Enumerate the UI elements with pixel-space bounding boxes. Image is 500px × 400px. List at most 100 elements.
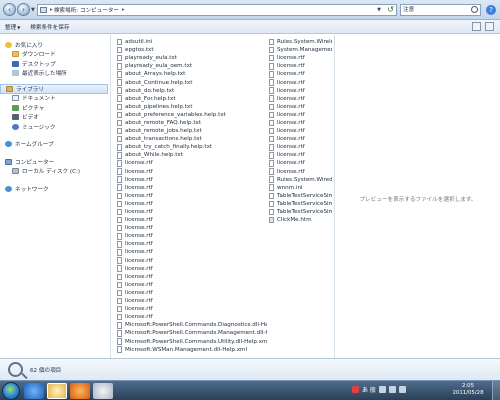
nav-item-downloads[interactable]: ダウンロード: [0, 50, 110, 60]
nav-item-documents[interactable]: ドキュメント: [0, 94, 110, 104]
network-tray-icon[interactable]: [388, 386, 396, 393]
file-item[interactable]: Microsoft.WSMan.Management.dll-Help.xml: [117, 346, 267, 354]
file-item[interactable]: license.rtf: [269, 54, 332, 62]
file-item[interactable]: license.rtf: [117, 305, 267, 313]
preview-pane-icon[interactable]: [485, 22, 494, 31]
file-item[interactable]: license.rtf: [117, 240, 267, 248]
back-button[interactable]: ‹: [3, 3, 16, 16]
file-item[interactable]: Microsoft.PowerShell.Commands.Management…: [117, 329, 267, 337]
view-options-icon[interactable]: [472, 22, 481, 31]
file-item[interactable]: Microsoft.PowerShell.Commands.Diagnostic…: [117, 321, 267, 329]
help-button[interactable]: ?: [486, 5, 496, 15]
file-item[interactable]: license.rtf: [117, 176, 267, 184]
file-item[interactable]: playready_eula_oem.txt: [117, 62, 267, 70]
organize-menu[interactable]: 整理▼: [5, 23, 20, 31]
file-item[interactable]: license.rtf: [117, 208, 267, 216]
nav-network[interactable]: ネットワーク: [0, 184, 110, 194]
file-item[interactable]: license.rtf: [269, 135, 332, 143]
file-item[interactable]: about_preference_variables.help.txt: [117, 111, 267, 119]
file-item[interactable]: license.rtf: [269, 127, 332, 135]
volume-icon[interactable]: [398, 386, 406, 393]
breadcrumb-chevron-icon[interactable]: ▸: [50, 7, 53, 13]
nav-item-pictures[interactable]: ピクチャ: [0, 103, 110, 113]
file-item[interactable]: TableTextServiceSimplifie: [269, 192, 332, 200]
file-item[interactable]: ClickMe.htm: [269, 216, 332, 224]
breadcrumb[interactable]: 検索場所: コンピューター: [54, 6, 119, 14]
file-item[interactable]: about_do.help.txt: [117, 87, 267, 95]
file-item[interactable]: license.rtf: [269, 151, 332, 159]
forward-button[interactable]: ›: [17, 3, 30, 16]
file-item[interactable]: Rules.System.Wired.xml: [269, 176, 332, 184]
refresh-icon[interactable]: ↺: [387, 5, 394, 14]
file-item[interactable]: license.rtf: [269, 103, 332, 111]
file-item[interactable]: about_For.help.txt: [117, 95, 267, 103]
file-item[interactable]: epgtos.txt: [117, 46, 267, 54]
file-list[interactable]: adsutil.ini epgtos.txt playready_eula.txt p…: [112, 35, 334, 358]
address-bar[interactable]: ▸ 検索場所: コンピューター ▸ ▼ ↺: [37, 4, 397, 16]
file-item[interactable]: license.rtf: [269, 168, 332, 176]
file-item[interactable]: license.rtf: [117, 265, 267, 273]
file-item[interactable]: about_While.help.txt: [117, 151, 267, 159]
nav-item-music[interactable]: ミュージック: [0, 122, 110, 132]
file-item[interactable]: license.rtf: [117, 289, 267, 297]
file-item[interactable]: license.rtf: [117, 216, 267, 224]
nav-item-videos[interactable]: ビデオ: [0, 113, 110, 123]
file-item[interactable]: about_remote_FAQ.help.txt: [117, 119, 267, 127]
file-item[interactable]: license.rtf: [269, 70, 332, 78]
file-item[interactable]: license.rtf: [117, 192, 267, 200]
file-item[interactable]: license.rtf: [117, 248, 267, 256]
file-item[interactable]: license.rtf: [117, 200, 267, 208]
file-item[interactable]: about_pipelines.help.txt: [117, 103, 267, 111]
file-item[interactable]: license.rtf: [117, 281, 267, 289]
language-bar-icon[interactable]: [352, 386, 359, 393]
recent-pages-dropdown[interactable]: ▼: [31, 7, 35, 13]
flag-icon[interactable]: [378, 386, 386, 393]
internet-explorer-icon[interactable]: [24, 383, 44, 399]
file-item[interactable]: about_Continue.help.txt: [117, 78, 267, 86]
file-item[interactable]: license.rtf: [269, 143, 332, 151]
file-item[interactable]: Microsoft.PowerShell.Commands.Utility.dl…: [117, 337, 267, 345]
file-item[interactable]: license.rtf: [117, 313, 267, 321]
file-item[interactable]: license.rtf: [117, 232, 267, 240]
file-item[interactable]: TableTextServiceSimplifie: [269, 208, 332, 216]
file-item[interactable]: license.rtf: [117, 257, 267, 265]
file-item[interactable]: license.rtf: [117, 168, 267, 176]
nav-favorites[interactable]: お気に入り: [0, 40, 110, 50]
ime-indicator[interactable]: あ 般: [362, 385, 376, 394]
media-player-icon[interactable]: [70, 383, 90, 399]
explorer-folder-icon[interactable]: [47, 383, 67, 399]
clock[interactable]: 2:05 2011/05/28: [448, 383, 488, 397]
nav-computer[interactable]: コンピューター: [0, 157, 110, 167]
file-item[interactable]: about_remote_jobs.help.txt: [117, 127, 267, 135]
search-icon[interactable]: [471, 6, 478, 13]
paint-icon[interactable]: [93, 383, 113, 399]
file-item[interactable]: about_transactions.help.txt: [117, 135, 267, 143]
file-item[interactable]: license.rtf: [117, 159, 267, 167]
file-item[interactable]: license.rtf: [269, 111, 332, 119]
file-item[interactable]: license.rtf: [117, 184, 267, 192]
start-button[interactable]: [2, 382, 20, 400]
file-item[interactable]: license.rtf: [269, 62, 332, 70]
save-search-button[interactable]: 検索条件を保存: [30, 23, 69, 31]
file-item[interactable]: license.rtf: [269, 78, 332, 86]
nav-item-recent-places[interactable]: 最近表示した場所: [0, 69, 110, 79]
nav-item-local-disk[interactable]: ローカル ディスク (C:): [0, 167, 110, 177]
search-input[interactable]: 注意: [400, 4, 481, 16]
nav-libraries[interactable]: ライブラリ: [0, 84, 108, 94]
nav-item-desktop[interactable]: デスクトップ: [0, 59, 110, 69]
show-desktop-button[interactable]: [492, 381, 500, 400]
file-item[interactable]: adsutil.ini: [117, 38, 267, 46]
file-item[interactable]: Rules.System.Wireless.xm: [269, 38, 332, 46]
file-item[interactable]: license.rtf: [269, 119, 332, 127]
file-item[interactable]: license.rtf: [269, 87, 332, 95]
file-item[interactable]: license.rtf: [117, 297, 267, 305]
file-item[interactable]: about_try_catch_finally.help.txt: [117, 143, 267, 151]
file-item[interactable]: license.rtf: [269, 95, 332, 103]
file-item[interactable]: TableTextServiceSimplifie: [269, 200, 332, 208]
file-item[interactable]: System.Management.Auto: [269, 46, 332, 54]
breadcrumb-chevron-icon[interactable]: ▸: [122, 7, 125, 13]
file-item[interactable]: license.rtf: [117, 224, 267, 232]
file-item[interactable]: license.rtf: [269, 159, 332, 167]
file-item[interactable]: playready_eula.txt: [117, 54, 267, 62]
file-item[interactable]: wnnm.ini: [269, 184, 332, 192]
